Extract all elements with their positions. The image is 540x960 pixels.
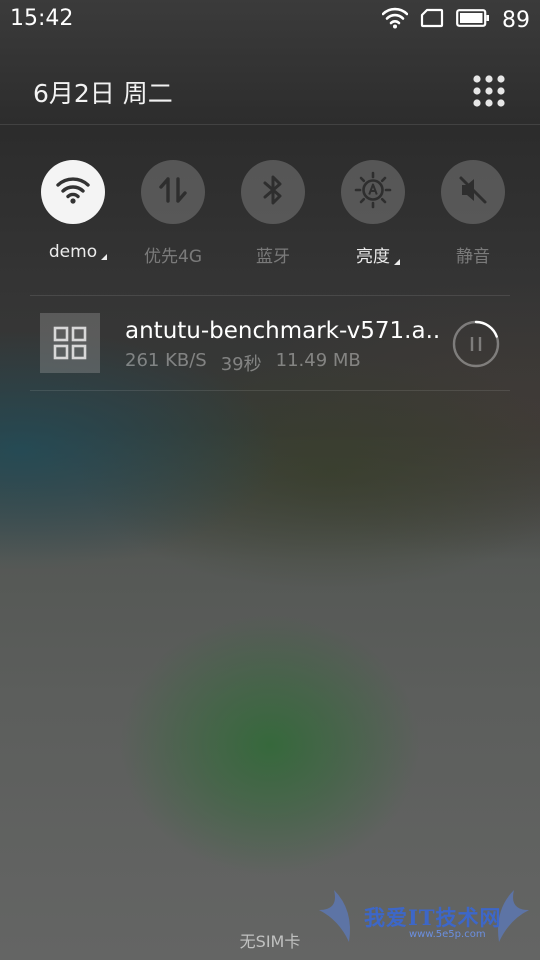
divider — [30, 390, 510, 391]
download-speed: 261 KB/S — [125, 350, 207, 371]
status-icons: 89 — [381, 6, 530, 34]
pause-icon[interactable] — [450, 318, 502, 370]
sim-icon — [420, 8, 444, 32]
toggle-circle[interactable] — [341, 160, 405, 224]
status-time: 15:42 — [10, 6, 74, 31]
download-meta: 261 KB/S 39秒 11.49 MB — [125, 350, 361, 376]
toggle-mobile-data[interactable]: 优先4G — [123, 160, 223, 267]
quick-toggles: demo 优先4G 蓝牙 亮度 静音 — [0, 160, 540, 280]
watermark-text: 我爱IT技术网 — [364, 905, 502, 930]
toggle-circle[interactable] — [41, 160, 105, 224]
toggle-label: 优先4G — [144, 247, 202, 267]
expand-indicator-icon — [394, 259, 400, 265]
download-remaining: 39秒 — [220, 354, 262, 375]
wifi-icon — [56, 176, 90, 208]
mute-icon — [456, 173, 490, 211]
brightness-icon — [353, 170, 393, 214]
bluetooth-icon — [258, 173, 288, 211]
shade-header: 6月2日 周二 — [0, 60, 540, 125]
toggle-wifi[interactable]: demo — [23, 160, 123, 262]
battery-level: 89 — [502, 7, 530, 33]
date-text: 6月2日 周二 — [33, 79, 173, 108]
download-notification[interactable]: antutu-benchmark-v571.a.. 261 KB/S 39秒 1… — [30, 296, 510, 390]
toggle-mute[interactable]: 静音 — [423, 160, 523, 267]
toggle-label-text: demo — [48, 242, 98, 262]
wifi-icon — [381, 7, 409, 33]
app-grid-icon — [40, 313, 100, 373]
toggle-label: 静音 — [456, 247, 490, 267]
toggle-brightness[interactable]: 亮度 — [323, 160, 423, 267]
watermark-url: www.5e5p.com — [409, 929, 486, 940]
grid-icon[interactable] — [472, 74, 506, 108]
toggle-label: 蓝牙 — [256, 247, 290, 267]
watermark-logo: 我爱IT技术网 www.5e5p.com — [314, 880, 534, 950]
expand-indicator-icon — [101, 254, 108, 260]
notification-shade: 15:42 89 6月2日 周二 demo 优先4G 蓝牙 亮度 静音 antu… — [0, 0, 540, 960]
toggle-label: demo — [48, 242, 108, 262]
battery-icon — [456, 8, 490, 32]
toggle-label-text: 亮度 — [356, 247, 390, 267]
toggle-bluetooth[interactable]: 蓝牙 — [223, 160, 323, 267]
toggle-circle[interactable] — [441, 160, 505, 224]
download-size: 11.49 MB — [275, 350, 361, 371]
status-bar: 15:42 89 — [0, 0, 540, 40]
download-title: antutu-benchmark-v571.a.. — [125, 318, 441, 344]
toggle-circle[interactable] — [141, 160, 205, 224]
toggle-circle[interactable] — [241, 160, 305, 224]
data-transfer-icon — [156, 173, 190, 211]
toggle-label: 亮度 — [356, 242, 400, 267]
